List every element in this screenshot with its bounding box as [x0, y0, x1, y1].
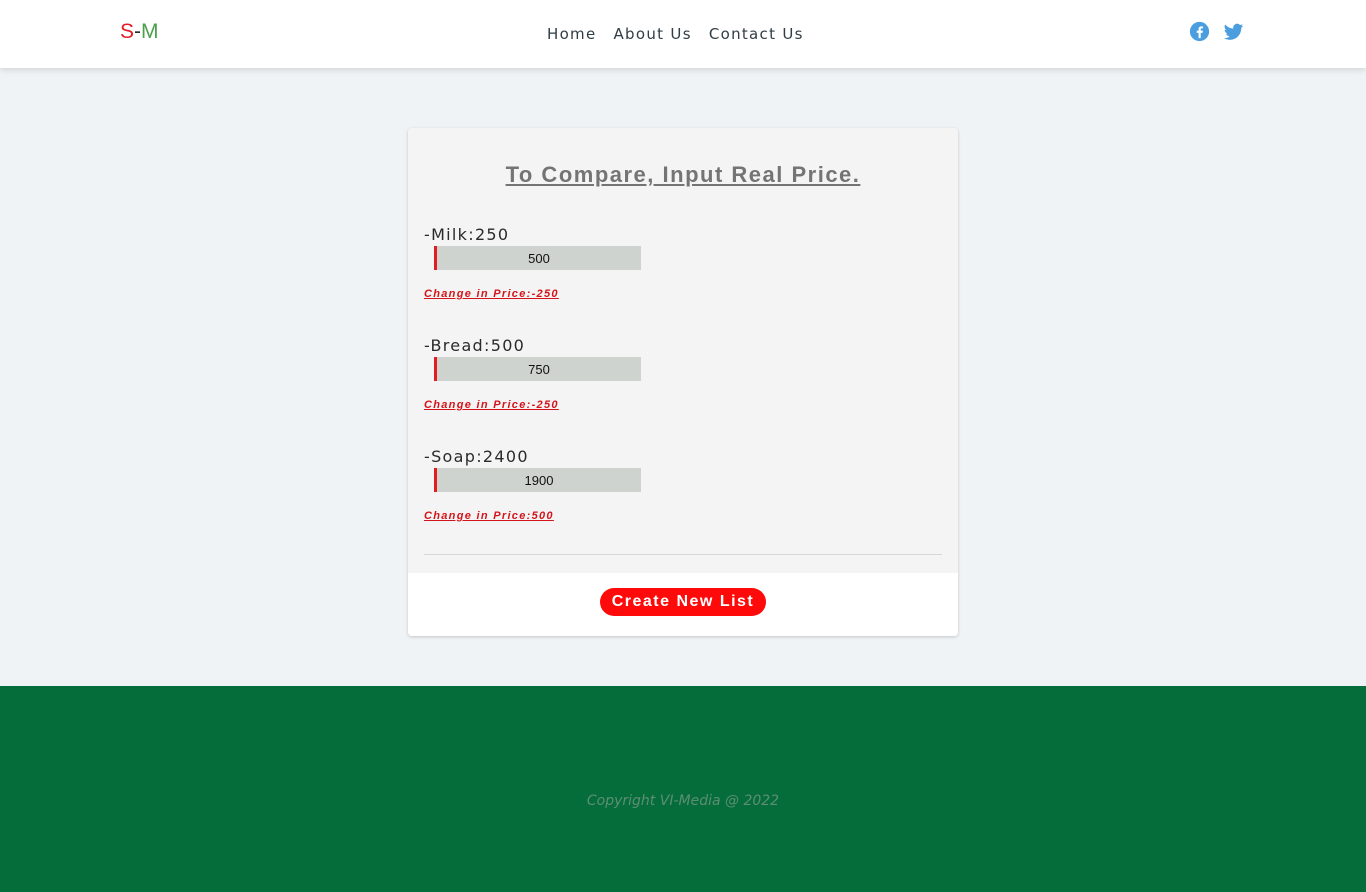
facebook-icon[interactable] — [1189, 21, 1210, 42]
item-name: -Milk — [424, 225, 469, 244]
page-footer: Copyright VI-Media @ 2022 — [0, 686, 1366, 892]
item-price: 250 — [474, 225, 510, 244]
item-price: 2400 — [482, 447, 529, 466]
item-name: -Bread — [424, 336, 485, 355]
brand-dash: - — [134, 20, 142, 43]
copyright-text: Copyright VI-Media @ 2022 — [586, 793, 780, 809]
brand-logo[interactable]: S-M — [120, 20, 159, 44]
item-label: -Soap:2400 — [424, 447, 529, 466]
real-price-input[interactable] — [434, 468, 641, 492]
item-colon: : — [468, 225, 475, 244]
nav-home-link[interactable]: Home — [547, 25, 597, 43]
nav-contact-link[interactable]: Contact Us — [709, 25, 804, 43]
brand-s: S — [120, 20, 135, 43]
divider — [424, 554, 942, 555]
list-item: -Milk:250 Change in Price:-250 — [424, 225, 944, 325]
item-label: -Bread:500 — [424, 336, 525, 355]
brand-m: M — [141, 20, 159, 43]
price-change-text: Change in Price:-250 — [424, 399, 559, 411]
list-item: -Soap:2400 Change in Price:500 — [424, 447, 944, 547]
price-compare-card: To Compare, Input Real Price. -Milk:250 … — [408, 128, 958, 636]
navbar: S-M Home About Us Contact Us — [0, 0, 1366, 68]
social-links — [1189, 21, 1244, 42]
real-price-input[interactable] — [434, 357, 641, 381]
card-title: To Compare, Input Real Price. — [505, 162, 861, 187]
real-price-input[interactable] — [434, 246, 641, 270]
price-change-text: Change in Price:-250 — [424, 288, 559, 300]
item-price: 500 — [490, 336, 526, 355]
main-nav: Home About Us Contact Us — [547, 25, 804, 43]
item-label: -Milk:250 — [424, 225, 509, 244]
item-colon: : — [484, 336, 491, 355]
twitter-icon[interactable] — [1223, 21, 1244, 42]
card-footer: Create New List — [408, 573, 958, 636]
nav-about-link[interactable]: About Us — [614, 25, 692, 43]
item-name: -Soap — [424, 447, 477, 466]
create-new-list-button[interactable]: Create New List — [600, 588, 766, 616]
price-change-text: Change in Price:500 — [424, 510, 554, 522]
list-item: -Bread:500 Change in Price:-250 — [424, 336, 944, 436]
item-colon: : — [476, 447, 483, 466]
